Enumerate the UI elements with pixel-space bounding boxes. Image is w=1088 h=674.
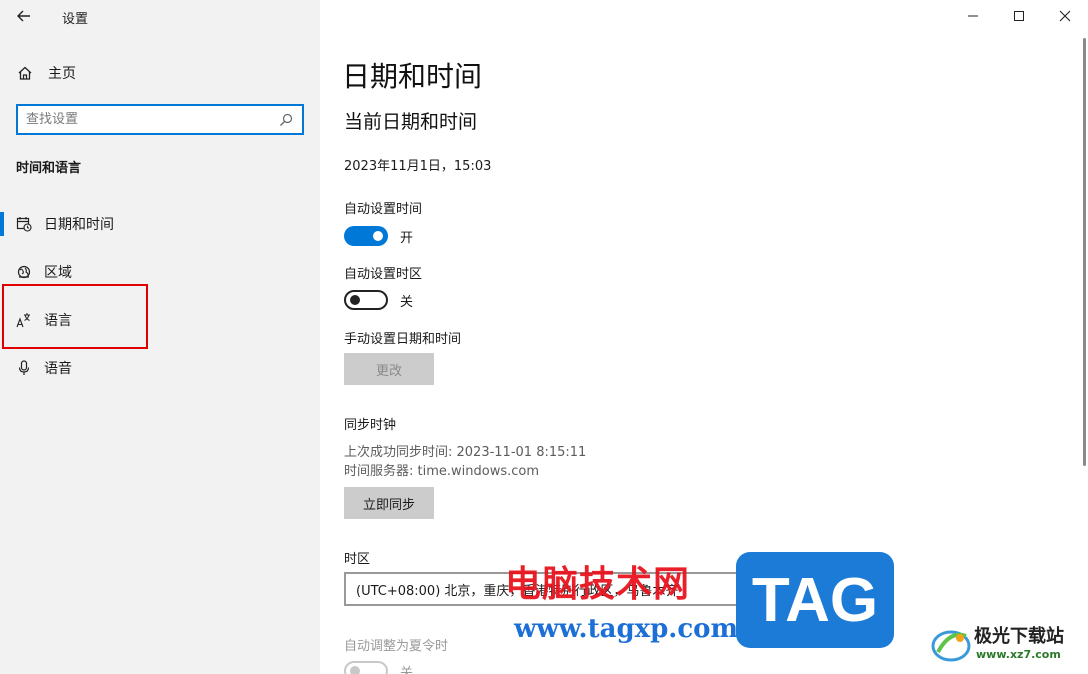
sidebar: 设置 主页 时间和语言 日期和时间 区域 语言 <box>0 0 320 674</box>
maximize-button[interactable] <box>996 0 1042 32</box>
minimize-button[interactable] <box>950 0 996 32</box>
page-title: 日期和时间 <box>342 60 483 93</box>
sidebar-item-label: 区域 <box>44 265 72 281</box>
back-button[interactable] <box>8 2 40 30</box>
sidebar-item-label: 语音 <box>44 361 72 377</box>
section-header: 时间和语言 <box>16 161 82 176</box>
auto-time-state: 开 <box>400 230 414 246</box>
auto-time-toggle[interactable] <box>344 226 388 246</box>
change-button[interactable]: 更改 <box>344 353 434 385</box>
microphone-icon <box>16 360 32 376</box>
auto-timezone-label: 自动设置时区 <box>344 267 423 282</box>
sidebar-item-label: 日期和时间 <box>44 217 114 233</box>
watermark-site-name: 电脑技术网 <box>505 564 691 605</box>
dst-label: 自动调整为夏令时 <box>344 639 449 654</box>
maximize-icon <box>1014 11 1024 21</box>
sidebar-item-language[interactable]: 语言 <box>0 298 320 342</box>
toggle-knob <box>373 231 383 241</box>
selection-indicator <box>0 212 4 236</box>
language-icon <box>16 312 32 328</box>
search-box[interactable] <box>16 104 304 135</box>
sync-now-button[interactable]: 立即同步 <box>344 487 434 519</box>
current-datetime-title: 当前日期和时间 <box>344 111 478 133</box>
toggle-knob <box>350 295 360 305</box>
minimize-icon <box>968 15 978 17</box>
aurora-logo-icon <box>931 630 971 662</box>
auto-timezone-toggle[interactable] <box>344 290 388 310</box>
watermark-xz7-logo: 极光下载站 www.xz7.com <box>930 620 1080 668</box>
watermark-logo-text: 极光下载站 <box>974 626 1064 647</box>
search-icon[interactable] <box>278 112 294 128</box>
auto-timezone-state: 关 <box>400 294 414 310</box>
dst-toggle-row: 关 <box>344 660 413 674</box>
sidebar-item-label: 语言 <box>44 313 72 329</box>
auto-time-toggle-row: 开 <box>344 225 413 247</box>
close-button[interactable] <box>1042 0 1088 32</box>
search-input[interactable] <box>26 112 278 127</box>
home-icon <box>16 65 34 81</box>
sidebar-item-date-time[interactable]: 日期和时间 <box>0 202 320 246</box>
time-server-text: 时间服务器: time.windows.com <box>344 464 540 479</box>
watermark-tag-logo: TAG <box>736 552 894 648</box>
watermark-site-url: www.tagxp.com <box>514 614 739 644</box>
current-datetime-value: 2023年11月1日，15:03 <box>344 159 492 174</box>
auto-time-label: 自动设置时间 <box>344 202 423 217</box>
calendar-clock-icon <box>16 216 32 232</box>
dst-toggle[interactable] <box>344 661 388 674</box>
scrollbar[interactable] <box>1083 38 1086 466</box>
app-title: 设置 <box>62 12 89 27</box>
toggle-knob <box>350 666 360 674</box>
sidebar-item-region[interactable]: 区域 <box>0 250 320 294</box>
timezone-label: 时区 <box>344 552 371 567</box>
watermark-logo-url: www.xz7.com <box>976 648 1061 661</box>
globe-icon <box>16 264 32 280</box>
main-content: 日期和时间 当前日期和时间 2023年11月1日，15:03 自动设置时间 开 … <box>320 0 1088 674</box>
sidebar-item-speech[interactable]: 语音 <box>0 346 320 390</box>
close-icon <box>1059 10 1071 22</box>
home-nav[interactable]: 主页 <box>16 58 306 88</box>
auto-timezone-toggle-row: 关 <box>344 289 413 311</box>
dst-state: 关 <box>400 665 414 674</box>
sync-title: 同步时钟 <box>344 418 397 433</box>
manual-set-label: 手动设置日期和时间 <box>344 332 462 347</box>
last-sync-text: 上次成功同步时间: 2023-11-01 8:15:11 <box>344 445 587 460</box>
home-label: 主页 <box>48 66 76 82</box>
back-arrow-icon <box>17 10 30 22</box>
